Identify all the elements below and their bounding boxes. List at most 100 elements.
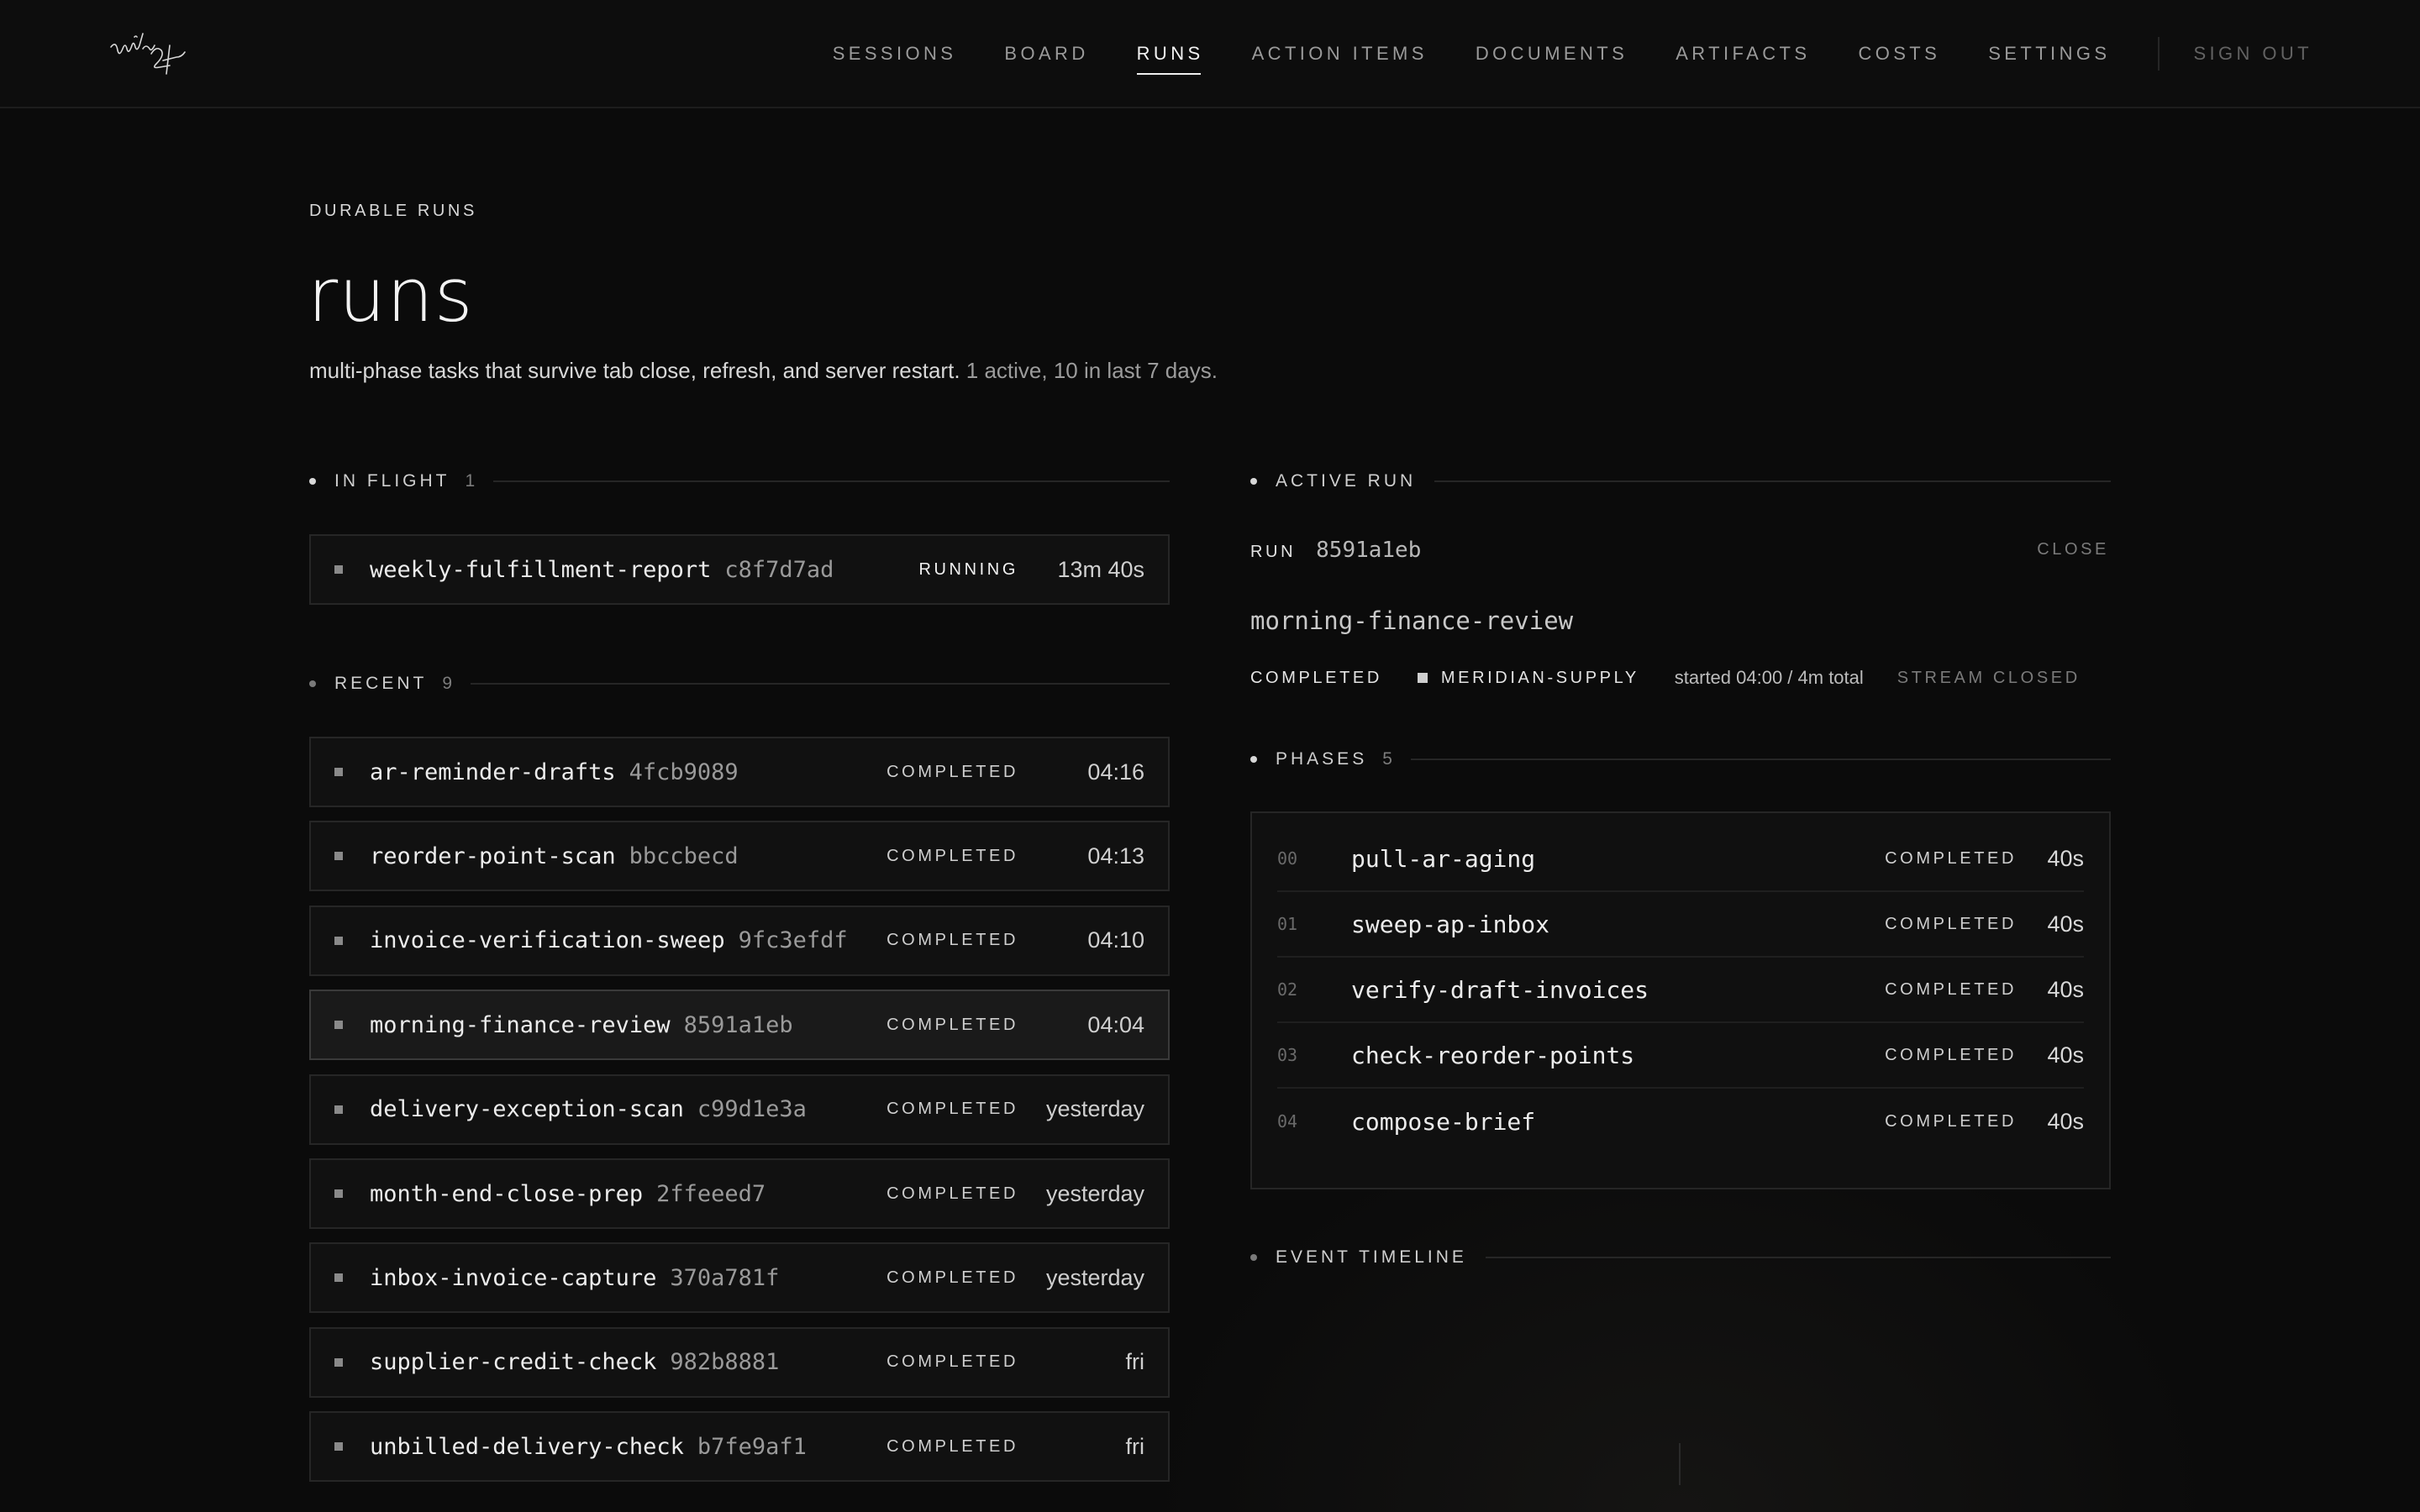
phases-list: 00 pull-ar-aging COMPLETED 40s 01 sweep-ap-in…	[1250, 811, 2111, 1189]
run-status: COMPLETED	[886, 1015, 1018, 1034]
phase-status: COMPLETED	[1885, 1045, 2017, 1064]
run-square-icon	[334, 565, 343, 574]
run-row[interactable]: supplier-credit-check 982b8881 COMPLETED fr…	[309, 1326, 1170, 1398]
run-hash: 4fcb9089	[629, 759, 739, 785]
phase-row[interactable]: 01 sweep-ap-inbox COMPLETED 40s	[1277, 892, 2084, 958]
nav-sessions[interactable]: SESSIONS	[833, 43, 957, 65]
nav-board[interactable]: BOARD	[1004, 43, 1088, 65]
run-hash: 9fc3efdf	[738, 927, 848, 954]
phase-duration: 40s	[2047, 1108, 2084, 1134]
run-row[interactable]: delivery-exception-scan c99d1e3a COMPLETED…	[309, 1074, 1170, 1145]
bullet-icon	[1250, 1254, 1257, 1261]
run-hash: bbccbecd	[629, 843, 739, 869]
phase-index: 01	[1277, 914, 1298, 934]
stream-status: STREAM CLOSED	[1897, 668, 2081, 687]
run-square-icon	[334, 768, 343, 776]
phase-name: verify-draft-invoices	[1351, 975, 1649, 1004]
phase-name: compose-brief	[1351, 1107, 1536, 1136]
phase-status: COMPLETED	[1885, 979, 2017, 999]
run-name: inbox-invoice-capture	[370, 1264, 657, 1291]
status-badge: COMPLETED	[1250, 668, 1382, 687]
section-label: RECENT	[334, 674, 428, 693]
nav-settings[interactable]: SETTINGS	[1988, 43, 2110, 65]
run-time: fri	[1125, 1433, 1145, 1459]
run-status: COMPLETED	[886, 846, 1018, 865]
run-name: weekly-fulfillment-report	[370, 556, 712, 583]
run-hash: 982b8881	[670, 1349, 780, 1376]
section-label: IN FLIGHT	[334, 471, 450, 491]
run-row[interactable]: unbilled-delivery-check b7fe9af1 COMPLETED…	[309, 1411, 1170, 1483]
run-time: 04:04	[1087, 1011, 1144, 1037]
phase-name: pull-ar-aging	[1351, 844, 1536, 873]
phase-index: 00	[1277, 848, 1298, 869]
run-status: COMPLETED	[886, 762, 1018, 781]
page-eyebrow: DURABLE RUNS	[309, 202, 477, 220]
nav-divider	[2158, 37, 2160, 71]
run-status: COMPLETED	[886, 1352, 1018, 1372]
run-name: reorder-point-scan	[370, 843, 616, 869]
phase-row[interactable]: 00 pull-ar-aging COMPLETED 40s	[1277, 827, 2084, 892]
run-hash: c99d1e3a	[697, 1096, 807, 1123]
nav-action-items[interactable]: ACTION ITEMS	[1252, 43, 1428, 65]
run-row[interactable]: weekly-fulfillment-report c8f7d7ad RUNNING…	[309, 534, 1170, 605]
run-row[interactable]: inbox-invoice-capture 370a781f COMPLETED ye…	[309, 1242, 1170, 1314]
run-status: COMPLETED	[886, 1268, 1018, 1287]
phase-index: 04	[1277, 1111, 1298, 1131]
section-count: 1	[465, 471, 476, 491]
phase-row[interactable]: 03 check-reorder-points COMPLETED 40s	[1277, 1023, 2084, 1089]
run-name: morning-finance-review	[370, 1011, 671, 1038]
started-info: started 04:00 / 4m total	[1674, 667, 1864, 688]
active-run-id-line: RUN 8591a1eb	[1250, 538, 1421, 563]
run-hash: c8f7d7ad	[724, 556, 834, 583]
phase-status: COMPLETED	[1885, 914, 2017, 933]
top-header: SESSIONS BOARD RUNS ACTION ITEMS DOCUMENTS AR…	[0, 0, 2420, 108]
run-row[interactable]: month-end-close-prep 2ffeeed7 COMPLETED yes…	[309, 1158, 1170, 1229]
divider	[493, 480, 1170, 482]
run-square-icon	[334, 1442, 343, 1452]
main-nav: SESSIONS BOARD RUNS ACTION ITEMS DOCUMENTS AR…	[785, 0, 2312, 108]
active-run-name: morning-finance-review	[1250, 606, 1574, 635]
phase-status: COMPLETED	[1885, 848, 2017, 868]
bullet-icon	[1250, 478, 1257, 485]
run-square-icon	[334, 1357, 343, 1367]
project-square-icon	[1417, 673, 1428, 683]
active-run-id: 8591a1eb	[1316, 538, 1422, 563]
nav-artifacts[interactable]: ARTIFACTS	[1676, 43, 1810, 65]
phase-duration: 40s	[2047, 1042, 2084, 1068]
run-square-icon	[334, 1021, 343, 1030]
run-row[interactable]: ar-reminder-drafts 4fcb9089 COMPLETED 04:16	[309, 737, 1170, 807]
run-hash: 2ffeeed7	[656, 1180, 766, 1207]
phase-duration: 40s	[2047, 911, 2084, 937]
run-time: 13m 40s	[1057, 556, 1144, 582]
run-row[interactable]: morning-finance-review 8591a1eb COMPLETED 0…	[309, 990, 1170, 1061]
phase-name: check-reorder-points	[1351, 1041, 1635, 1069]
run-label: RUN	[1250, 543, 1297, 561]
section-label: ACTIVE RUN	[1276, 471, 1417, 491]
section-active-run: ACTIVE RUN	[1250, 470, 2111, 492]
close-button[interactable]: CLOSE	[2037, 540, 2109, 559]
bullet-icon	[309, 680, 316, 687]
run-square-icon	[334, 1105, 343, 1114]
phase-duration: 40s	[2047, 845, 2084, 871]
sign-out-link[interactable]: SIGN OUT	[2193, 43, 2312, 65]
brand-logo[interactable]	[109, 29, 193, 76]
run-row[interactable]: reorder-point-scan bbccbecd COMPLETED 04:13	[309, 821, 1170, 892]
phase-index: 02	[1277, 979, 1298, 1000]
run-time: 04:10	[1087, 927, 1144, 953]
bullet-icon	[309, 478, 316, 485]
subtitle-summary: 1 active, 10 in last 7 days.	[965, 358, 1218, 383]
run-hash: 370a781f	[670, 1264, 780, 1291]
phase-index: 03	[1277, 1045, 1298, 1065]
phase-row[interactable]: 02 verify-draft-invoices COMPLETED 40s	[1277, 958, 2084, 1023]
nav-documents[interactable]: DOCUMENTS	[1476, 43, 1628, 65]
run-square-icon	[334, 1189, 343, 1198]
subtitle-text: multi-phase tasks that survive tab close…	[309, 358, 960, 383]
run-status: COMPLETED	[886, 1100, 1018, 1119]
nav-costs[interactable]: COSTS	[1858, 43, 1940, 65]
phase-row[interactable]: 04 compose-brief COMPLETED 40s	[1277, 1089, 2084, 1154]
run-name: invoice-verification-sweep	[370, 927, 725, 954]
nav-runs[interactable]: RUNS	[1136, 43, 1204, 75]
divider	[1485, 1257, 2111, 1258]
section-event-timeline: EVENT TIMELINE	[1250, 1247, 2111, 1268]
run-row[interactable]: invoice-verification-sweep 9fc3efdf COMPLE…	[309, 905, 1170, 976]
